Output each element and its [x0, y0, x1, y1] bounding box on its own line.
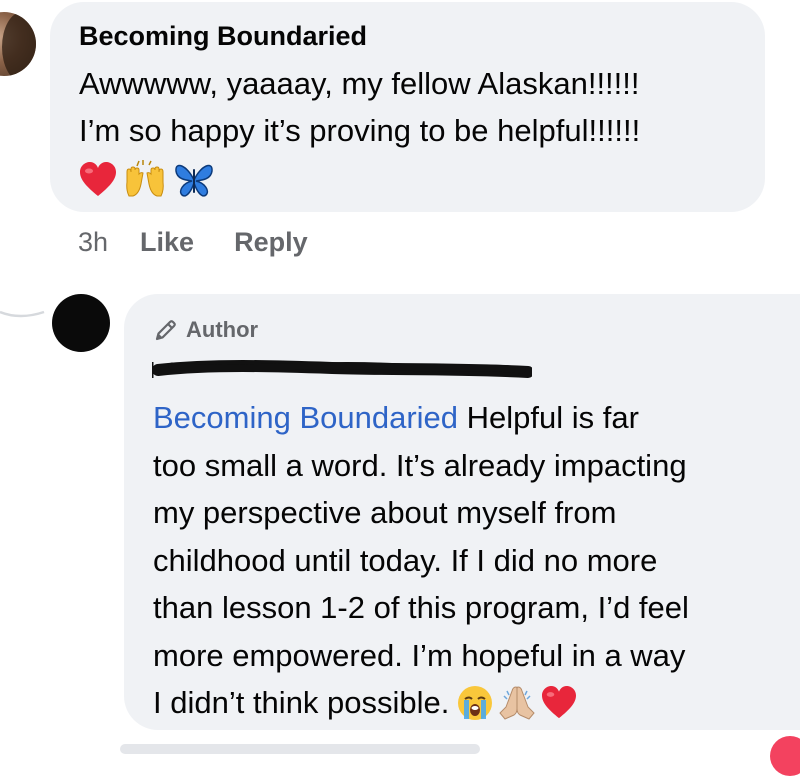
comment-author-name[interactable]: Becoming Boundaried — [79, 21, 367, 52]
mentioned-page-link[interactable]: Becoming Boundaried — [153, 400, 458, 435]
reply-body-text: Becoming Boundaried Helpful is far too s… — [153, 394, 793, 727]
reply-text-line: too small a word. It’s already impacting — [153, 447, 687, 483]
reply-text-segment: Helpful is far — [458, 400, 639, 435]
crying-face-emoji — [458, 686, 493, 720]
reply-bubble: Author Becoming Boundaried Helpful is fa… — [124, 294, 800, 730]
comment-bubble: Becoming Boundaried Awwwww, yaaaay, my f… — [50, 2, 765, 212]
reply-text-segment: I didn’t think possible. — [153, 685, 450, 720]
redacted-name-scribble — [152, 360, 532, 378]
reply-button[interactable]: Reply — [234, 227, 308, 258]
reply-text-line: I didn’t think possible. — [153, 679, 793, 727]
author-badge: Author — [154, 316, 258, 344]
commenter-avatar[interactable] — [0, 12, 36, 76]
reply-text-line: Becoming Boundaried Helpful is far — [153, 394, 793, 442]
notification-indicator — [770, 736, 800, 776]
reply-emoji-row — [457, 685, 577, 721]
raising-hands-emoji — [126, 160, 164, 197]
reply-text-line: than lesson 1-2 of this program, I’d fee… — [153, 590, 689, 625]
thread-connector-line — [0, 310, 45, 318]
pencil-icon — [155, 320, 176, 341]
comment-text-line: Awwwww, yaaaay, my fellow Alaskan!!!!!! — [79, 66, 640, 101]
comment-actions: 3h Like Reply — [78, 224, 308, 260]
next-comment-peek — [120, 744, 480, 754]
comment-timestamp[interactable]: 3h — [78, 227, 108, 258]
like-button[interactable]: Like — [140, 227, 194, 258]
reply-author-avatar[interactable] — [52, 294, 110, 352]
heart-emoji — [542, 686, 577, 719]
heart-emoji — [80, 162, 116, 196]
author-badge-label: Author — [186, 317, 259, 342]
reply-text-line: more empowered. I’m hopeful in a way — [153, 637, 686, 673]
comment-text-line: I’m so happy it’s proving to be helpful!… — [79, 113, 641, 148]
folded-hands-emoji — [499, 686, 536, 720]
reply-text-line: childhood until today. If I did no more — [153, 542, 658, 578]
comment-emoji-row — [79, 160, 215, 200]
butterfly-emoji — [175, 164, 213, 197]
reply-text-line: my perspective about myself from — [153, 495, 617, 530]
avatar-photo-detail — [2, 12, 36, 76]
